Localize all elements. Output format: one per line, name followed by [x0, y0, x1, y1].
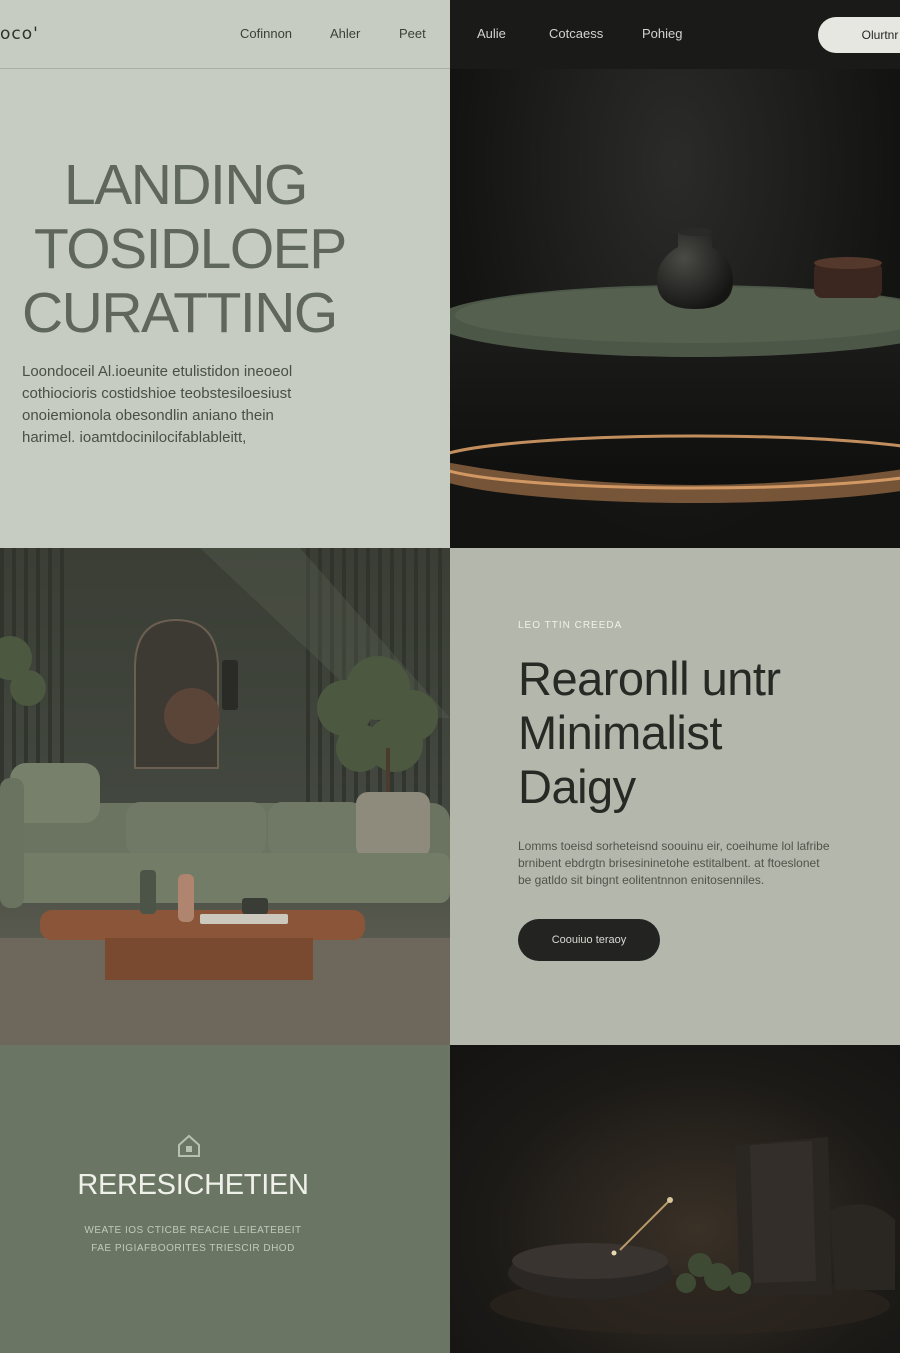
hero-description-line: cothiocioris costidshioe teobstesiloesiu… — [22, 385, 292, 402]
residences-line-2: FAE PIGIAFBOORITES TRIESCIR DHOD — [91, 1243, 295, 1254]
pedestal-image — [425, 69, 900, 548]
minimal-eyebrow: LEO TTIN CREEDA — [518, 620, 623, 631]
page: oco' Cofinnon Ahler Peet Aulie Cotcaess … — [0, 0, 900, 1353]
stones-illustration — [490, 1137, 895, 1335]
minimal-description-line: Lomms toeisd sorheteisnd soouinu eir, co… — [518, 839, 830, 853]
nav-link-2[interactable]: Ahler — [330, 26, 360, 41]
residences-title: RERESICHETIEN — [77, 1169, 309, 1201]
brand-logo[interactable]: oco' — [0, 24, 39, 44]
home-icon — [178, 1134, 200, 1157]
hero-section: LANDING TOSIDLOEP CURATTING Loondoceil A… — [0, 69, 450, 548]
pedestal-illustration — [425, 228, 900, 503]
nav-cta-button[interactable]: Olurtnr — [818, 17, 900, 53]
hero-description-line: Loondoceil Al.ioeunite etulistidon ineoe… — [22, 363, 293, 380]
nav-link-5[interactable]: Cotcaess — [549, 26, 603, 41]
minimal-description: Lomms toeisd sorheteisnd soouinu eir, co… — [518, 838, 878, 889]
nav-link-1[interactable]: Cofinnon — [240, 26, 292, 41]
hero-description-line: onoiemionola obesondlin aniano thein — [22, 407, 274, 424]
minimal-title: Rearonll untr Minimalist Daigy — [518, 652, 888, 814]
hero-title-line-3: CURATTING — [22, 281, 338, 345]
hero-title-line-1: LANDING — [64, 153, 308, 217]
hero-title-line-2: TOSIDLOEP — [34, 217, 347, 281]
minimal-description-line: be gatldo sit bingnt eolitentnnon enitos… — [518, 873, 765, 887]
residences-line-1: WEATE IOS CTICBE REACIE LEIEATEBEIT — [84, 1225, 302, 1236]
minimalist-panel: LEO TTIN CREEDA Rearonll untr Minimalist… — [450, 548, 900, 1045]
living-room-image — [0, 548, 450, 1045]
minimal-description-line: brnibent ebdrgtn brisesininetohe estital… — [518, 856, 820, 870]
nav-bar-left: oco' Cofinnon Ahler Peet — [0, 0, 450, 69]
minimal-title-line-1: Rearonll untr — [518, 652, 781, 705]
minimal-cta-button[interactable]: Coouiuo teraoy — [518, 919, 660, 961]
nav-link-3[interactable]: Peet — [399, 26, 426, 41]
hero-description-line: harimel. ioamtdocinilocifablableitt, — [22, 429, 247, 446]
hero-title: LANDING TOSIDLOEP CURATTING — [22, 153, 442, 345]
nav-link-4[interactable]: Aulie — [477, 26, 506, 41]
residences-panel: RERESICHETIEN WEATE IOS CTICBE REACIE LE… — [0, 1045, 450, 1353]
nav-link-6[interactable]: Pohieg — [642, 26, 682, 41]
living-room-illustration — [0, 548, 450, 1045]
minimal-title-line-3: Daigy — [518, 760, 636, 813]
hero-description: Loondoceil Al.ioeunite etulistidon ineoe… — [22, 361, 367, 449]
minimal-title-line-2: Minimalist — [518, 706, 722, 759]
stones-image — [450, 1045, 900, 1353]
